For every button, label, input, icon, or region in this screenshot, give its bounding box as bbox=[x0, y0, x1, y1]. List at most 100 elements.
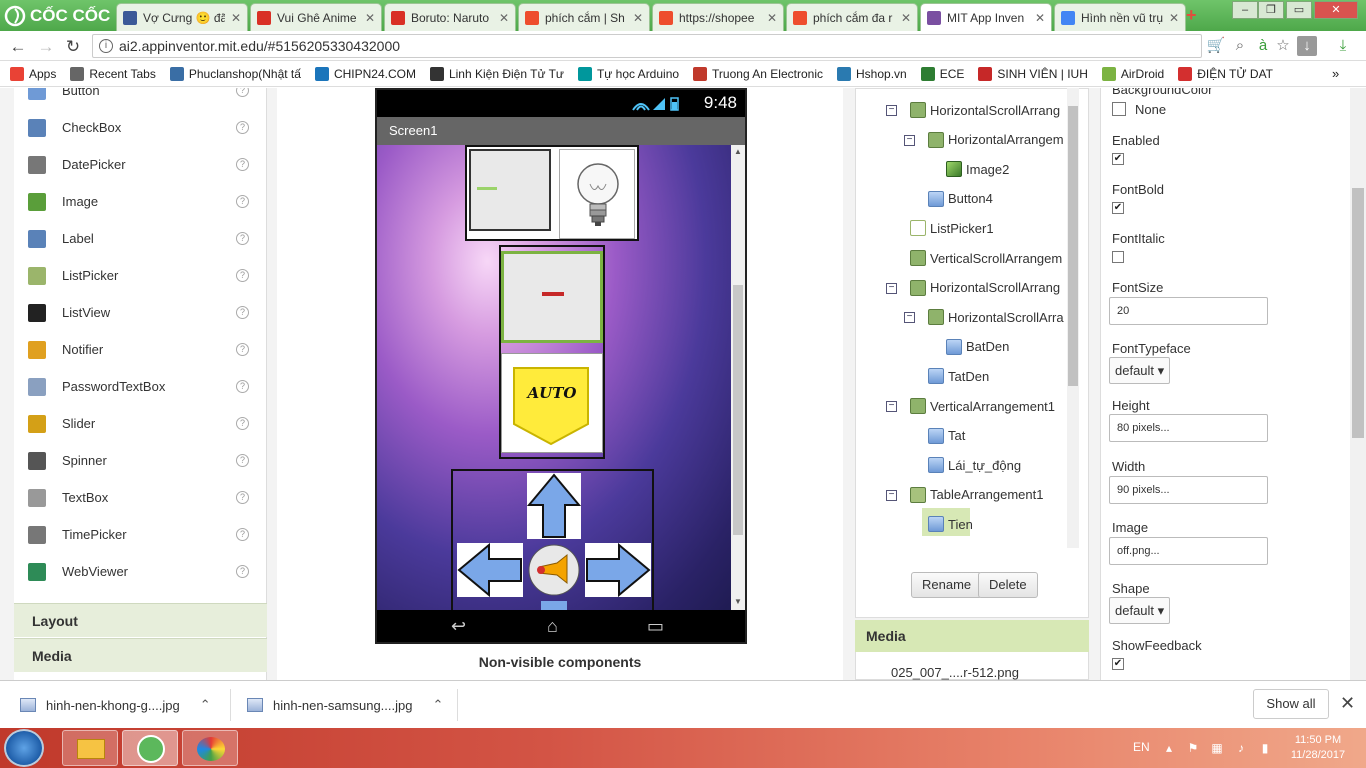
info-icon[interactable]: i bbox=[99, 39, 113, 53]
tab-close-icon[interactable]: ✕ bbox=[231, 11, 241, 25]
tray-arrow-icon[interactable]: ▴ bbox=[1162, 741, 1176, 755]
prop-fontbold-checkbox[interactable]: ✔ bbox=[1112, 202, 1124, 214]
tree-node[interactable]: ListPicker1 bbox=[910, 217, 994, 239]
tab-close-icon[interactable]: ✕ bbox=[365, 11, 375, 25]
clock[interactable]: 11:50 PM 11/28/2017 bbox=[1283, 733, 1353, 763]
file-explorer-taskbar-button[interactable] bbox=[62, 730, 118, 766]
tree-vertical-scroll-thumb[interactable] bbox=[1068, 106, 1078, 386]
prop-fontitalic-checkbox[interactable] bbox=[1112, 251, 1124, 263]
language-indicator[interactable]: EN bbox=[1133, 740, 1150, 754]
paint-taskbar-button[interactable] bbox=[182, 730, 238, 766]
tree-collapse-toggle[interactable]: − bbox=[886, 489, 897, 501]
prop-fontsize-input[interactable]: 20 bbox=[1109, 297, 1268, 325]
prop-shape-select[interactable]: default ▾ bbox=[1109, 597, 1171, 624]
prop-fonttypeface-select[interactable]: default ▾ bbox=[1109, 357, 1171, 384]
browser-tab[interactable]: Vui Ghê Anime ✕ bbox=[250, 3, 382, 31]
bookmarks-overflow-icon[interactable]: » bbox=[1332, 66, 1344, 81]
power-icon[interactable]: ▮ bbox=[1258, 741, 1272, 755]
properties-scroll-thumb[interactable] bbox=[1352, 188, 1364, 438]
background-color-swatch[interactable] bbox=[1112, 102, 1126, 116]
downloads-menu-icon[interactable]: ⤓ bbox=[1333, 36, 1353, 56]
tree-collapse-toggle[interactable]: − bbox=[886, 401, 897, 412]
tree-node[interactable]: TableArrangement1 bbox=[910, 484, 1043, 506]
tab-close-icon[interactable]: ✕ bbox=[1169, 11, 1179, 25]
bookmark-star-icon[interactable]: ☆ bbox=[1273, 36, 1293, 56]
flag-icon[interactable]: ⚑ bbox=[1186, 741, 1200, 755]
tree-node[interactable]: VerticalScrollArrangem bbox=[910, 247, 1062, 269]
browser-tab[interactable]: phích cắm đa r ✕ bbox=[786, 3, 918, 31]
tree-node[interactable]: BatDen bbox=[946, 336, 1009, 358]
bookmark-item[interactable]: ĐIỆN TỬ DAT bbox=[1178, 66, 1273, 81]
bookmark-item[interactable]: Phuclanshop(Nhật tấ bbox=[169, 66, 301, 81]
maximize-button[interactable]: ▭ bbox=[1286, 1, 1312, 19]
tree-node[interactable]: HorizontalScrollArrang bbox=[910, 99, 1060, 121]
download-item-2[interactable]: hinh-nen-samsung....jpg ⌃ bbox=[247, 681, 443, 729]
chevron-up-icon[interactable]: ⌃ bbox=[432, 697, 443, 713]
tree-node[interactable]: Lái_tự_động bbox=[928, 454, 1021, 476]
url-field[interactable]: i ai2.appinventor.mit.edu/#5156205330432… bbox=[92, 34, 1202, 58]
tab-close-icon[interactable]: ✕ bbox=[633, 11, 643, 25]
chevron-up-icon[interactable]: ⌃ bbox=[200, 697, 211, 713]
download-item-1[interactable]: hinh-nen-khong-g....jpg ⌃ bbox=[20, 681, 211, 729]
bookmark-item[interactable]: Recent Tabs bbox=[70, 66, 156, 81]
tree-node[interactable]: Image2 bbox=[946, 158, 1009, 180]
show-all-button[interactable]: Show all bbox=[1253, 689, 1329, 719]
restore-button[interactable]: ❐ bbox=[1258, 1, 1284, 19]
prop-backgroundcolor-value[interactable]: None bbox=[1135, 102, 1166, 117]
new-tab-button[interactable]: + bbox=[1186, 6, 1204, 24]
coccoc-taskbar-button[interactable] bbox=[122, 730, 178, 766]
prop-width-input[interactable]: 90 pixels... bbox=[1109, 476, 1268, 504]
browser-tab[interactable]: phích cắm | Sh ✕ bbox=[518, 3, 650, 31]
tab-close-icon[interactable]: ✕ bbox=[767, 11, 777, 25]
delete-button[interactable]: Delete bbox=[978, 572, 1038, 598]
tree-node[interactable]: TatDen bbox=[928, 365, 989, 387]
prop-height-input[interactable]: 80 pixels... bbox=[1109, 414, 1268, 442]
coccoc-logo[interactable]: CỐC CỐC bbox=[4, 3, 110, 28]
tree-collapse-toggle[interactable]: − bbox=[904, 312, 915, 324]
back-arrow-icon[interactable]: ← bbox=[8, 37, 28, 57]
tree-node[interactable]: Tien bbox=[928, 513, 973, 535]
close-window-button[interactable]: ✕ bbox=[1314, 1, 1358, 19]
tab-close-icon[interactable]: ✕ bbox=[1035, 11, 1045, 25]
tree-node[interactable]: HorizontalArrangem bbox=[928, 129, 1064, 151]
forward-arrow-icon[interactable]: → bbox=[36, 37, 56, 57]
bookmark-item[interactable]: Truong An Electronic bbox=[693, 66, 823, 81]
start-button[interactable] bbox=[4, 729, 44, 767]
tree-node[interactable]: HorizontalScrollArra bbox=[928, 306, 1064, 328]
browser-tab[interactable]: MIT App Inven ✕ bbox=[920, 3, 1052, 31]
tree-collapse-toggle[interactable]: − bbox=[904, 134, 915, 146]
bookmark-item[interactable]: Tự học Arduino bbox=[577, 66, 679, 81]
tree-node[interactable]: VerticalArrangement1 bbox=[910, 395, 1055, 417]
cart-icon[interactable]: 🛒 bbox=[1206, 36, 1226, 56]
prop-showfeedback-checkbox[interactable]: ✔ bbox=[1112, 658, 1124, 670]
network-icon[interactable]: ▦ bbox=[1210, 741, 1224, 755]
close-icon[interactable]: ✕ bbox=[1340, 693, 1355, 714]
tab-close-icon[interactable]: ✕ bbox=[499, 11, 509, 25]
tree-node[interactable]: HorizontalScrollArrang bbox=[910, 277, 1060, 299]
tree-collapse-toggle[interactable]: − bbox=[886, 105, 897, 116]
browser-tab[interactable]: https://shopee ✕ bbox=[652, 3, 784, 31]
tree-node[interactable]: Tat bbox=[928, 425, 965, 447]
media-file-item[interactable]: 025_007_....r-512.png bbox=[891, 665, 1019, 680]
volume-icon[interactable]: ♪ bbox=[1234, 741, 1248, 755]
bookmark-item[interactable]: AirDroid bbox=[1101, 66, 1164, 81]
media-header[interactable]: Media bbox=[855, 620, 1089, 652]
browser-tab[interactable]: Boruto: Naruto ✕ bbox=[384, 3, 516, 31]
prop-image-input[interactable]: off.png... bbox=[1109, 537, 1268, 565]
download-icon[interactable]: ↓ bbox=[1297, 36, 1317, 56]
bookmark-item[interactable]: Linh Kiện Điện Tử Tư bbox=[429, 66, 564, 81]
bookmark-item[interactable]: CHIPN24.COM bbox=[314, 66, 416, 81]
bookmark-item[interactable]: Apps bbox=[10, 66, 56, 81]
browser-tab[interactable]: Vợ Cưng 🙂 đã ✕ bbox=[116, 3, 248, 31]
bookmark-item[interactable]: Hshop.vn bbox=[837, 66, 907, 81]
bookmark-item[interactable]: SINH VIÊN | IUH bbox=[978, 66, 1088, 81]
translate-icon[interactable]: à bbox=[1253, 36, 1273, 56]
reload-icon[interactable]: ↻ bbox=[63, 37, 83, 57]
rename-button[interactable]: Rename bbox=[911, 572, 983, 598]
tree-collapse-toggle[interactable]: − bbox=[886, 282, 897, 294]
tree-node[interactable]: Button4 bbox=[928, 188, 993, 210]
palette-category-media[interactable]: Media bbox=[14, 638, 267, 672]
zoom-icon[interactable]: ⌕ bbox=[1230, 36, 1250, 56]
minimize-button[interactable]: – bbox=[1232, 1, 1258, 19]
tab-close-icon[interactable]: ✕ bbox=[901, 11, 911, 25]
